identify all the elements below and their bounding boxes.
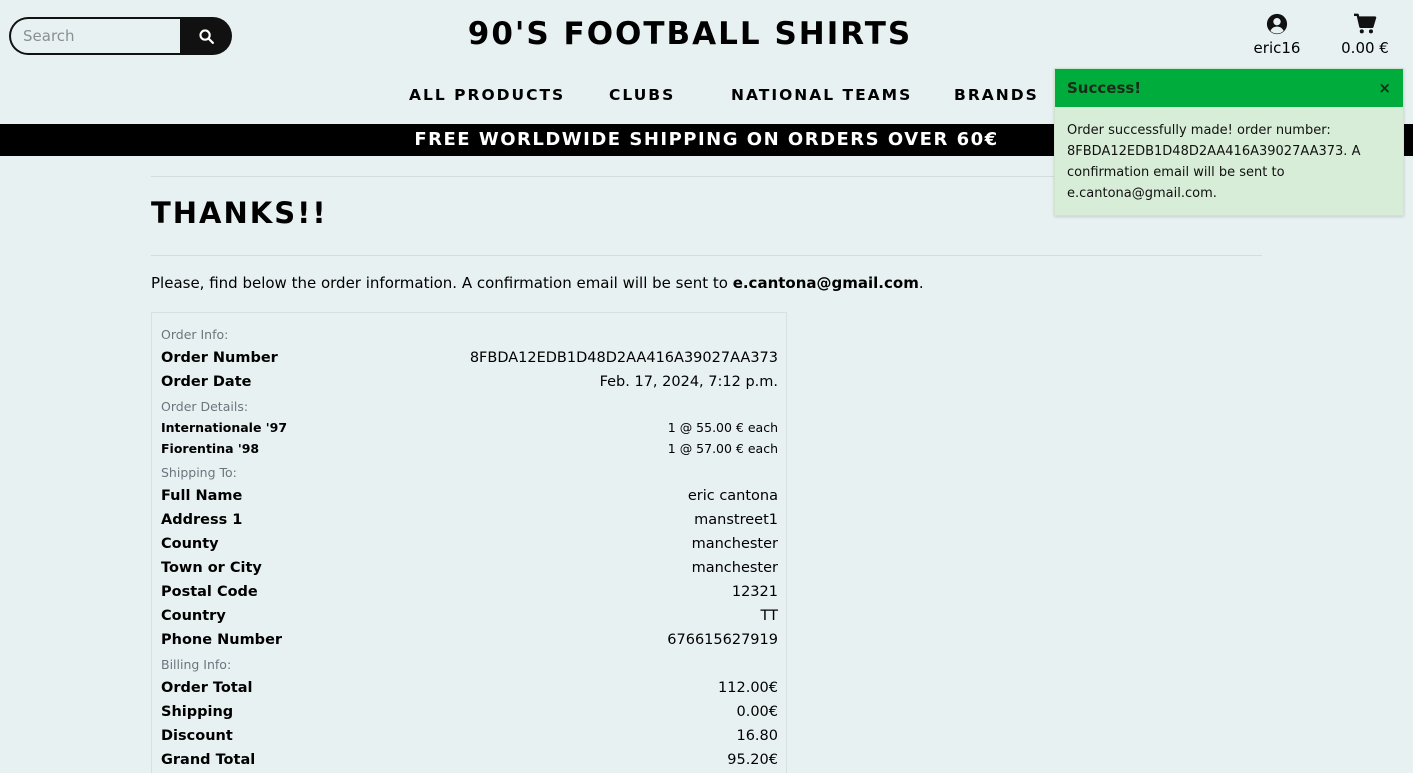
- item-qty-price: 1 @ 57.00 € each: [667, 440, 778, 456]
- row-key: Address 1: [161, 512, 243, 528]
- billing-row: Shipping 0.00€: [161, 702, 778, 722]
- billing-row: Discount 16.80: [161, 726, 778, 746]
- intro-end: .: [918, 274, 924, 292]
- user-circle-icon: [1266, 13, 1288, 35]
- nav-clubs[interactable]: CLUBS: [609, 86, 675, 104]
- row-value: 95.20€: [727, 752, 778, 768]
- divider: [151, 255, 1262, 256]
- shipping-row: Country TT: [161, 606, 778, 626]
- intro-email: e.cantona@gmail.com: [732, 274, 919, 292]
- toast-header: Success! ×: [1055, 69, 1403, 107]
- shipping-row: Phone Number 676615627919: [161, 630, 778, 650]
- row-key: Grand Total: [161, 752, 256, 768]
- row-key: Order Total: [161, 680, 253, 696]
- billing-row: Order Total 112.00€: [161, 678, 778, 698]
- item-name: Internationale '97: [161, 419, 288, 435]
- row-value: manchester: [691, 536, 778, 552]
- shipping-to-label: Shipping To:: [161, 465, 237, 480]
- shipping-row: Full Name eric cantona: [161, 486, 778, 506]
- success-toast: Success! × Order successfully made! orde…: [1054, 68, 1404, 216]
- row-key: Order Number: [161, 350, 278, 366]
- intro-text: Please, find below the order information…: [151, 274, 924, 292]
- row-value: eric cantona: [687, 488, 778, 504]
- close-icon[interactable]: ×: [1378, 79, 1391, 97]
- billing-row: Grand Total 95.20€: [161, 750, 778, 770]
- row-key: Phone Number: [161, 632, 283, 648]
- intro-message: Please, find below the order information…: [151, 274, 733, 292]
- shipping-row: County manchester: [161, 534, 778, 554]
- order-line-item: Internationale '97 1 @ 55.00 € each: [161, 418, 778, 436]
- page-title: THANKS!!: [151, 196, 328, 230]
- order-info-label: Order Info:: [161, 327, 229, 342]
- order-details-label: Order Details:: [161, 399, 249, 414]
- nav-brands[interactable]: BRANDS: [954, 86, 1039, 104]
- item-qty-price: 1 @ 55.00 € each: [667, 419, 778, 435]
- cart-total: 0.00 €: [1341, 39, 1389, 57]
- item-name: Fiorentina '98: [161, 440, 260, 456]
- toast-title: Success!: [1067, 79, 1142, 97]
- order-date-row: Order Date Feb. 17, 2024, 7:12 p.m.: [161, 372, 778, 392]
- row-value: 0.00€: [736, 704, 778, 720]
- nav-national-teams[interactable]: NATIONAL TEAMS: [731, 86, 912, 104]
- row-key: Discount: [161, 728, 233, 744]
- row-key: Full Name: [161, 488, 243, 504]
- row-value: 676615627919: [667, 632, 778, 648]
- nav-all-products[interactable]: ALL PRODUCTS: [409, 86, 565, 104]
- row-value: TT: [760, 608, 778, 624]
- shipping-row: Town or City manchester: [161, 558, 778, 578]
- row-value: manstreet1: [694, 512, 778, 528]
- order-date: Feb. 17, 2024, 7:12 p.m.: [599, 374, 778, 390]
- shipping-row: Postal Code 12321: [161, 582, 778, 602]
- row-key: Town or City: [161, 560, 262, 576]
- row-key: County: [161, 536, 219, 552]
- row-value: manchester: [691, 560, 778, 576]
- row-key: Postal Code: [161, 584, 258, 600]
- row-key: Order Date: [161, 374, 252, 390]
- toast-message: Order successfully made! order number: 8…: [1067, 123, 1361, 201]
- row-value: 112.00€: [718, 680, 778, 696]
- billing-info-label: Billing Info:: [161, 657, 232, 672]
- cart-link[interactable]: 0.00 €: [1334, 13, 1396, 57]
- order-number-row: Order Number 8FBDA12EDB1D48D2AA416A39027…: [161, 348, 778, 368]
- row-value: 16.80: [736, 728, 778, 744]
- row-key: Country: [161, 608, 226, 624]
- order-number: 8FBDA12EDB1D48D2AA416A39027AA373: [469, 350, 778, 366]
- shipping-row: Address 1 manstreet1: [161, 510, 778, 530]
- row-key: Shipping: [161, 704, 234, 720]
- row-value: 12321: [731, 584, 778, 600]
- account-link[interactable]: eric16: [1245, 13, 1309, 57]
- account-username: eric16: [1253, 39, 1301, 57]
- shopping-cart-icon: [1354, 13, 1377, 34]
- order-line-item: Fiorentina '98 1 @ 57.00 € each: [161, 439, 778, 457]
- site-title[interactable]: 90'S FOOTBALL SHIRTS: [0, 16, 1380, 52]
- order-summary: Order Info: Order Number 8FBDA12EDB1D48D…: [151, 312, 787, 773]
